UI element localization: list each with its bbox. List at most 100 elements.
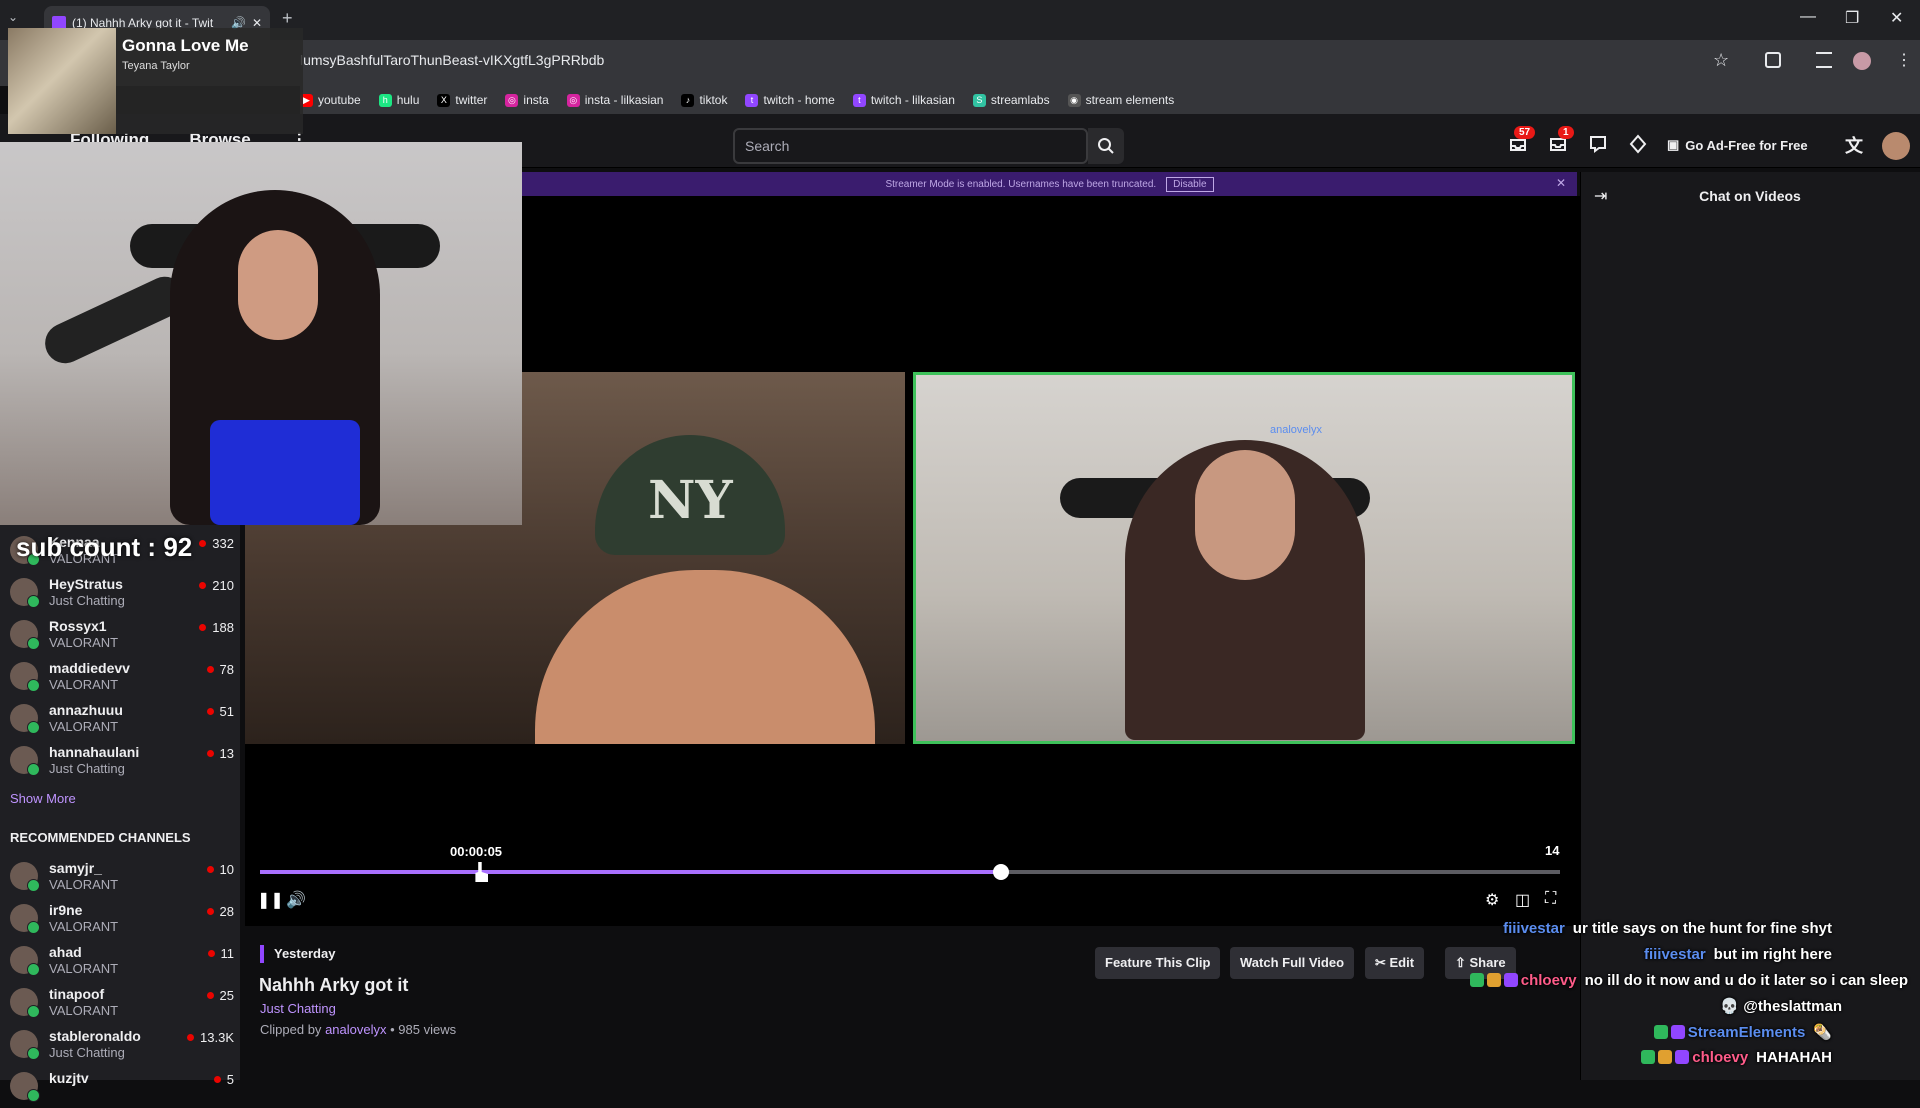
bookmark-item[interactable]: ◎ insta	[505, 93, 549, 107]
bookmark-star-icon[interactable]: ☆	[1713, 50, 1729, 71]
clip-title: Nahhh Arky got it	[259, 975, 409, 995]
channel-game: Just Chatting	[49, 593, 125, 608]
fullscreen-icon[interactable]: ⛶	[1545, 890, 1556, 908]
chat-text: no ill do it now and u do it later so i …	[1584, 972, 1908, 989]
bookmark-item[interactable]: Sstreamlabs	[972, 93, 1050, 107]
channel-row[interactable]: samyjr_ VALORANT 10	[8, 858, 234, 898]
chat-username[interactable]: chloevy	[1692, 1049, 1748, 1066]
bookmark-item[interactable]: Xtwitter	[437, 93, 487, 107]
bookmark-item[interactable]: ▶ youtube	[300, 93, 361, 107]
bookmark-favicon-icon: ◎	[566, 93, 580, 107]
channel-avatar	[10, 620, 40, 650]
webcam-person-top	[210, 420, 360, 525]
go-ad-free-label: Go Ad-Free for Free	[1685, 137, 1808, 153]
webcam-person-face	[238, 230, 318, 340]
settings-icon[interactable]: ⚙	[1485, 890, 1499, 910]
bookmark-label: tiktok	[699, 93, 728, 107]
channel-row[interactable]: ir9ne VALORANT 28	[8, 900, 234, 940]
volume-icon[interactable]: 🔊	[286, 890, 306, 910]
channel-row[interactable]: stableronaldo Just Chatting 13.3K	[8, 1026, 234, 1066]
bookmark-item[interactable]: ♪ tiktok	[681, 93, 727, 107]
channel-row[interactable]: tinapoof VALORANT 25	[8, 984, 234, 1024]
song-artist: Teyana Taylor	[122, 60, 190, 72]
video-person-right-face	[1195, 450, 1295, 580]
chat-badge-icon	[1469, 973, 1484, 987]
channel-game: VALORANT	[49, 677, 119, 692]
channel-row[interactable]: kuzjtv 5	[8, 1068, 234, 1108]
extensions-icon[interactable]	[1765, 52, 1781, 68]
channel-viewers: 10	[207, 862, 234, 877]
feature-clip-button[interactable]: Feature This Clip	[1095, 947, 1221, 979]
bookmark-item[interactable]: ◎ insta - lilkasian	[566, 93, 663, 107]
streamer-mode-banner: Streamer Mode is enabled. Usernames have…	[522, 172, 1577, 196]
bookmark-item[interactable]: h hulu	[378, 93, 420, 107]
hover-time-label: 00:00:05	[446, 842, 507, 861]
clip-accent-bar	[260, 945, 264, 963]
channel-row[interactable]: maddiedevv VALORANT 78	[8, 658, 234, 698]
chat-message: fiiivestar but im right here	[1644, 946, 1832, 963]
chat-username[interactable]: fiiivestar	[1503, 920, 1565, 937]
chat-pane	[1580, 172, 1920, 1080]
clipper-link[interactable]: analovelyx	[325, 1022, 386, 1037]
notifications-badge: 57	[1514, 126, 1536, 139]
watch-full-video-button[interactable]: Watch Full Video	[1230, 947, 1355, 979]
seek-bar-handle[interactable]	[993, 864, 1009, 880]
end-time-label: 14	[1545, 843, 1560, 858]
channel-avatar	[10, 862, 40, 892]
channel-viewers: 28	[207, 904, 234, 919]
profile-avatar-icon[interactable]	[1853, 52, 1871, 70]
channel-viewers: 13.3K	[187, 1030, 234, 1045]
chat-text: 🌯	[1813, 1024, 1832, 1041]
chat-username[interactable]: chloevy	[1521, 972, 1577, 989]
go-ad-free-button[interactable]: ▣ Go Ad-Free for Free	[1667, 131, 1808, 159]
channel-avatar	[10, 988, 40, 1018]
channel-viewers: 332	[199, 536, 234, 551]
turbo-icon: ▣	[1667, 137, 1680, 152]
bookmark-item[interactable]: t twitch - home	[745, 93, 835, 107]
bookmark-item[interactable]: ◉ stream elements	[1067, 93, 1174, 107]
recommended-heading: RECOMMENDED CHANNELS	[10, 830, 191, 845]
tab-search-chevron-icon[interactable]: ⌄	[8, 10, 18, 24]
browser-menu-icon[interactable]: ⋮	[1896, 50, 1912, 70]
whispers-icon[interactable]	[1588, 134, 1608, 154]
channel-avatar	[10, 946, 40, 976]
channel-row[interactable]: ahad VALORANT 11	[8, 942, 234, 982]
chat-username[interactable]: fiiivestar	[1644, 946, 1706, 963]
channel-game: VALORANT	[49, 961, 119, 976]
translate-icon[interactable]: 文	[1845, 132, 1863, 158]
bookmark-favicon-icon: h	[378, 93, 392, 107]
url-field[interactable]: lumsyBashfulTaroThunBeast-vIKXgtfL3gPRRb…	[300, 52, 604, 68]
theatre-mode-icon[interactable]: ◫	[1515, 890, 1530, 910]
edit-button[interactable]: ✂ Edit	[1365, 947, 1425, 979]
channel-row[interactable]: hannahaulani Just Chatting 13	[8, 742, 234, 782]
new-tab-button[interactable]: +	[282, 8, 293, 29]
channel-row[interactable]: annazhuuu VALORANT 51	[8, 700, 234, 740]
media-controls-icon[interactable]	[1816, 52, 1832, 68]
ny-logo-image: NY	[648, 470, 733, 531]
inbox-badge: 1	[1558, 126, 1574, 139]
bookmark-favicon-icon: t	[852, 93, 866, 107]
pause-icon[interactable]: ❚❚	[257, 890, 284, 910]
restore-icon[interactable]: ❐	[1845, 8, 1859, 28]
search-input[interactable]: Search	[733, 128, 1088, 164]
channel-row[interactable]: Rossyx1 VALORANT 188	[8, 616, 234, 656]
bookmark-label: hulu	[396, 93, 420, 107]
search-button[interactable]	[1088, 128, 1124, 164]
show-more-link[interactable]: Show More	[10, 791, 76, 806]
user-avatar[interactable]	[1882, 132, 1910, 160]
bookmark-favicon-icon: S	[972, 93, 986, 107]
channel-avatar	[10, 746, 40, 776]
bookmark-item[interactable]: t twitch - lilkasian	[852, 93, 955, 107]
channel-name: maddiedevv	[49, 660, 130, 676]
song-title: Gonna Love Me	[122, 36, 249, 55]
channel-row[interactable]: HeyStratus Just Chatting 210	[8, 574, 234, 614]
banner-close-icon[interactable]: ✕	[1556, 176, 1566, 190]
prime-crown-icon[interactable]	[1628, 134, 1648, 154]
chat-text: HAHAHAH	[1756, 1049, 1832, 1066]
clip-category-link[interactable]: Just Chatting	[260, 1001, 336, 1016]
chat-username[interactable]: StreamElements	[1688, 1024, 1806, 1041]
minimize-icon[interactable]: —	[1800, 8, 1816, 26]
disable-streamer-mode-button[interactable]: Disable	[1166, 176, 1214, 192]
channel-name: kuzjtv	[49, 1070, 89, 1086]
close-window-icon[interactable]: ✕	[1890, 8, 1903, 28]
